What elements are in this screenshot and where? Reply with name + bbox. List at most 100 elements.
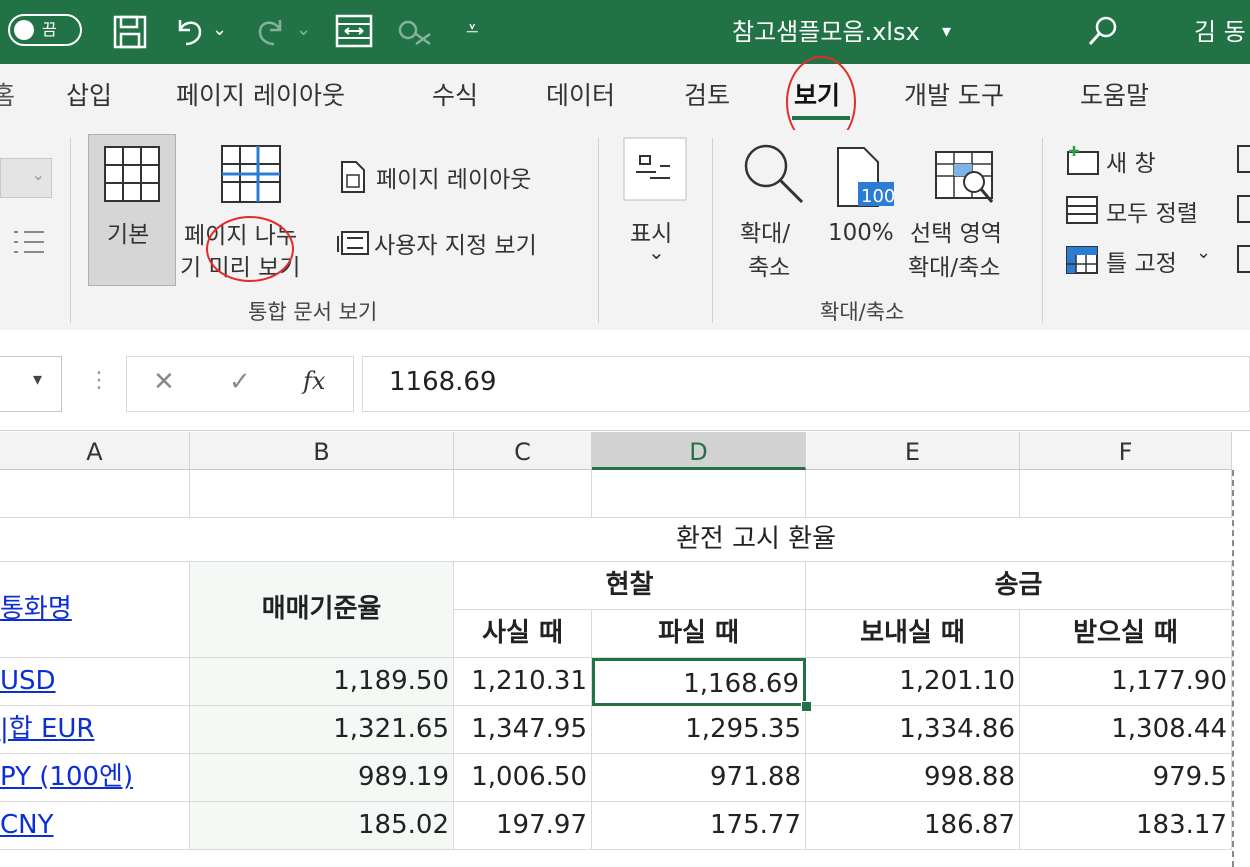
page-layout-view-button[interactable]: 페이지 레이아웃	[334, 158, 574, 198]
remit-send-header[interactable]: 보내실 때	[806, 610, 1020, 658]
fit-width-icon[interactable]	[334, 12, 374, 50]
highlight-circle-page-break	[206, 216, 294, 282]
cell[interactable]	[190, 470, 454, 518]
base-rate-cell[interactable]: 989.19	[190, 754, 454, 802]
title-bar: 끔 ⌄ ⌄ ⩡ 참고샘플모음.xlsx ▾ 김 동	[0, 0, 1250, 64]
formula-input[interactable]: 1168.69	[362, 356, 1250, 412]
cash-sell-cell[interactable]: 175.77	[592, 802, 806, 850]
cell[interactable]	[0, 470, 190, 518]
column-header-e[interactable]: E	[806, 432, 1020, 470]
cash-buy-cell[interactable]: 197.97	[454, 802, 592, 850]
arrange-all-button[interactable]: 모두 정렬	[1062, 192, 1232, 230]
zoom-button[interactable]: 확대/ 축소	[726, 134, 816, 284]
save-icon[interactable]	[112, 14, 148, 50]
table-banner[interactable]: 환전 고시 환율	[0, 518, 1232, 562]
cash-header[interactable]: 현찰	[454, 562, 806, 610]
remit-receive-header[interactable]: 받으실 때	[1020, 610, 1232, 658]
custom-views-button[interactable]: 사용자 지정 보기	[334, 224, 584, 264]
sheet-view-options-icon[interactable]	[10, 228, 46, 256]
column-header-c[interactable]: C	[454, 432, 592, 470]
name-box[interactable]: ▾	[0, 356, 62, 412]
remit-receive-cell[interactable]: 183.17	[1020, 802, 1232, 850]
column-header-b[interactable]: B	[190, 432, 454, 470]
remit-receive-cell[interactable]: 1,308.44	[1020, 706, 1232, 754]
column-header-f[interactable]: F	[1020, 432, 1232, 470]
show-button[interactable]: 표시 ⌄	[612, 134, 702, 284]
filename[interactable]: 참고샘플모음.xlsx	[732, 0, 920, 64]
cell[interactable]	[454, 470, 592, 518]
user-name[interactable]: 김 동	[1194, 0, 1246, 64]
normal-view-button[interactable]: 기본	[88, 134, 176, 286]
undo-dropdown-icon[interactable]: ⌄	[212, 0, 227, 62]
cancel-icon[interactable]: ✕	[153, 367, 175, 397]
page-break-line	[1232, 470, 1234, 867]
tab-data[interactable]: 데이터	[546, 76, 615, 112]
currency-header-link[interactable]: 통화명	[0, 562, 190, 658]
sheet-view-dropdown[interactable]: ⌄	[0, 158, 52, 198]
ribbon-separator	[70, 138, 71, 323]
cash-buy-cell[interactable]: 1,006.50	[454, 754, 592, 802]
zoom-label-1: 확대/	[740, 221, 791, 247]
cell[interactable]	[806, 470, 1020, 518]
enter-icon[interactable]: ✓	[229, 367, 251, 397]
base-rate-header[interactable]: 매매기준율	[190, 562, 454, 658]
base-rate-cell[interactable]: 1,189.50	[190, 658, 454, 706]
new-window-button[interactable]: 새 창	[1062, 142, 1182, 180]
insert-function-icon[interactable]: fx	[303, 367, 325, 395]
customize-toolbar-icon[interactable]: ⩡	[466, 0, 478, 62]
custom-views-icon	[337, 231, 369, 255]
autosave-toggle[interactable]: 끔	[8, 14, 82, 46]
cash-buy-header[interactable]: 사실 때	[454, 610, 592, 658]
cell[interactable]	[1020, 470, 1232, 518]
zoom-selection-icon	[935, 151, 994, 203]
cash-buy-cell[interactable]: 1,347.95	[454, 706, 592, 754]
remit-send-cell[interactable]: 998.88	[806, 754, 1020, 802]
workbook-views-group-label: 통합 문서 보기	[248, 300, 378, 324]
tab-partial[interactable]: 홈	[0, 76, 15, 112]
zoom-100-icon-text: 100	[861, 186, 896, 207]
active-cell[interactable]: 1,168.69	[592, 658, 806, 706]
zoom-to-selection-button[interactable]: 선택 영역 확대/축소	[906, 134, 1026, 284]
currency-name-link[interactable]: USD	[0, 658, 190, 706]
zoom-group-label: 확대/축소	[820, 300, 905, 324]
zoom-selection-label-1: 선택 영역	[910, 221, 1002, 247]
fill-handle[interactable]	[801, 701, 812, 712]
cash-sell-header[interactable]: 파실 때	[592, 610, 806, 658]
zoom-selection-label-2: 확대/축소	[908, 255, 1001, 281]
column-header-a[interactable]: A	[0, 432, 190, 470]
tab-insert[interactable]: 삽입	[66, 76, 112, 112]
remit-send-cell[interactable]: 1,334.86	[806, 706, 1020, 754]
redo-dropdown-icon: ⌄	[296, 19, 312, 40]
column-header-d[interactable]: D	[592, 432, 806, 470]
ribbon-separator	[598, 138, 599, 323]
freeze-panes-button[interactable]: 틀 고정 ⌄	[1062, 242, 1232, 280]
tab-help[interactable]: 도움말	[1080, 76, 1149, 112]
remit-receive-cell[interactable]: 1,177.90	[1020, 658, 1232, 706]
spell-check-icon	[398, 20, 431, 46]
tab-review[interactable]: 검토	[684, 76, 730, 112]
remit-send-cell[interactable]: 1,201.10	[806, 658, 1020, 706]
zoom-magnifier-icon	[744, 144, 804, 204]
currency-name-link[interactable]: |합 EUR	[0, 706, 190, 754]
tab-formulas[interactable]: 수식	[432, 76, 478, 112]
base-rate-cell[interactable]: 1,321.65	[190, 706, 454, 754]
zoom-100-button[interactable]: 100 100%	[826, 134, 896, 254]
cell[interactable]	[592, 470, 806, 518]
window-overflow-icons[interactable]	[1236, 144, 1250, 274]
remit-header[interactable]: 송금	[806, 562, 1232, 610]
currency-name-link[interactable]: PY (100엔)	[0, 754, 190, 802]
cash-buy-cell[interactable]: 1,210.31	[454, 658, 592, 706]
tab-page-layout[interactable]: 페이지 레이아웃	[176, 76, 345, 112]
cash-sell-cell[interactable]: 971.88	[592, 754, 806, 802]
dropdown-caret-icon: ⌄	[31, 165, 45, 184]
tab-developer[interactable]: 개발 도구	[904, 76, 1004, 112]
undo-icon[interactable]	[172, 14, 206, 48]
remit-send-cell[interactable]: 186.87	[806, 802, 1020, 850]
currency-name-link[interactable]: CNY	[0, 802, 190, 850]
base-rate-cell[interactable]: 185.02	[190, 802, 454, 850]
search-icon[interactable]	[1086, 14, 1120, 48]
cash-sell-cell[interactable]: 1,295.35	[592, 706, 806, 754]
remit-receive-cell[interactable]: 979.5	[1020, 754, 1232, 802]
page-break-preview-icon	[221, 145, 281, 203]
filename-dropdown-icon[interactable]: ▾	[942, 0, 951, 64]
